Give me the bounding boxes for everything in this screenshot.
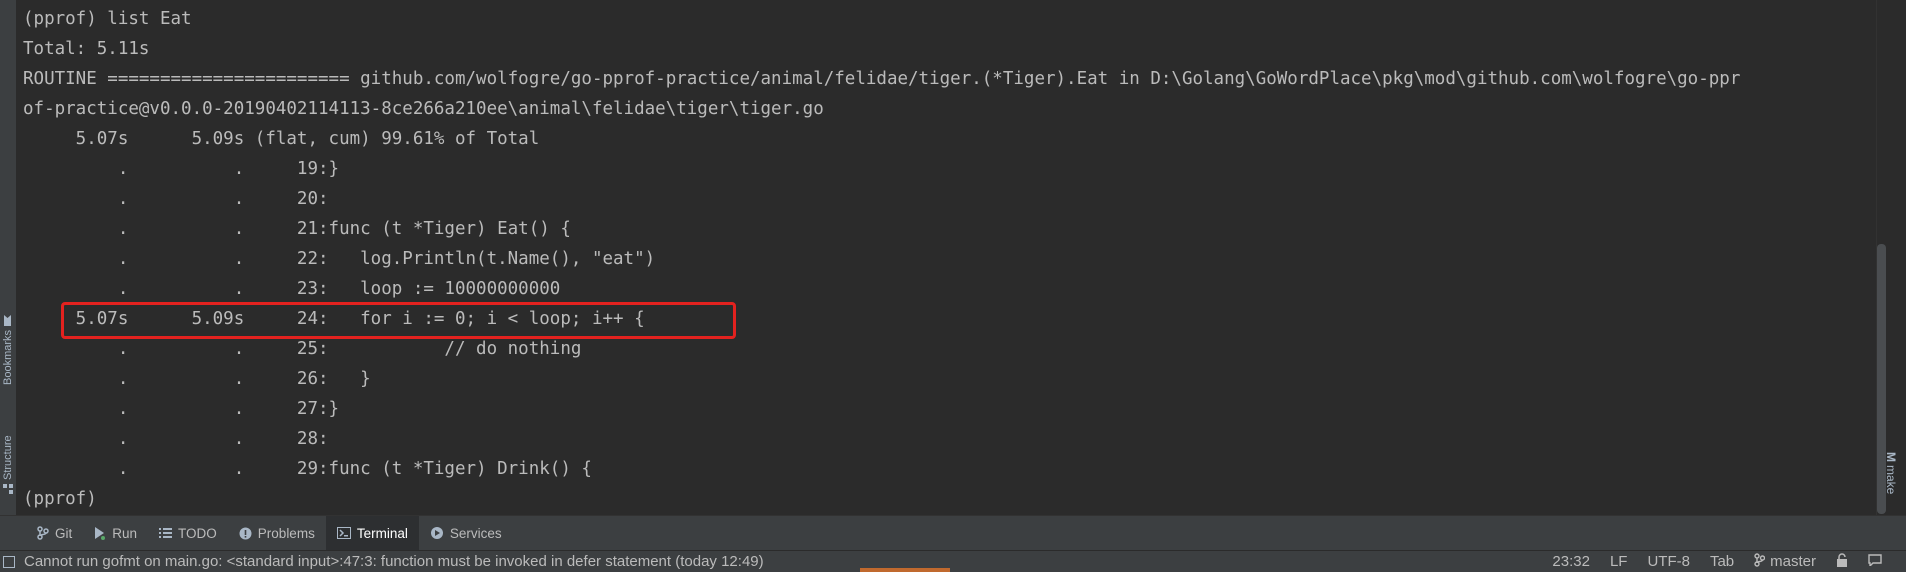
terminal-line: of-practice@v0.0.0-20190402114113-8ce266…	[23, 99, 824, 119]
todo-list-icon	[159, 527, 173, 539]
tab-problems-label: Problems	[257, 525, 315, 541]
left-tool-strip: Bookmarks Structure	[0, 0, 16, 515]
make-tool-button[interactable]: M make	[1884, 452, 1898, 494]
terminal-line: . . 28:	[23, 429, 329, 449]
line-separator[interactable]: LF	[1610, 553, 1628, 570]
tab-run-label: Run	[112, 525, 138, 541]
structure-icon	[2, 484, 14, 495]
right-tool-strip: M make	[1876, 0, 1906, 515]
tab-run[interactable]: Run	[83, 516, 148, 551]
terminal-line: . . 22: log.Println(t.Name(), "eat")	[23, 249, 656, 269]
lock-icon[interactable]	[1836, 552, 1848, 571]
tab-terminal-label: Terminal	[356, 525, 408, 541]
tab-git-label: Git	[55, 525, 73, 541]
status-message[interactable]: Cannot run gofmt on main.go: <standard i…	[24, 551, 764, 572]
terminal-line: . . 29:func (t *Tiger) Drink() {	[23, 459, 592, 479]
indent-setting[interactable]: Tab	[1710, 553, 1734, 570]
status-toggle-icon[interactable]	[3, 555, 15, 572]
status-bar: Cannot run gofmt on main.go: <standard i…	[0, 550, 1906, 572]
status-widgets: 23:32 LF UTF-8 Tab master	[1552, 551, 1882, 572]
terminal-output[interactable]: (pprof) list Eat Total: 5.11s ROUTINE ==…	[16, 0, 1876, 515]
tab-services-label: Services	[449, 525, 502, 541]
terminal-line: . . 20:	[23, 189, 329, 209]
terminal-line: . . 23: loop := 10000000000	[23, 279, 561, 299]
terminal-line: . . 27:}	[23, 399, 340, 419]
terminal-line: (pprof) list Eat	[23, 9, 192, 29]
structure-label: Structure	[2, 435, 14, 481]
terminal-line: 5.07s 5.09s (flat, cum) 99.61% of Total	[23, 129, 540, 149]
git-branch-icon	[37, 526, 49, 540]
tab-todo-label: TODO	[178, 525, 217, 541]
tab-todo[interactable]: TODO	[148, 516, 228, 551]
branch-name: master	[1770, 553, 1816, 570]
problems-icon	[239, 527, 252, 540]
terminal-line: . . 21:func (t *Tiger) Eat() {	[23, 219, 571, 239]
git-branch-icon	[1754, 552, 1766, 571]
highlight-annotation-box	[61, 302, 736, 339]
terminal-prompt[interactable]: (pprof)	[23, 484, 97, 514]
bookmarks-label: Bookmarks	[2, 329, 14, 386]
tab-services[interactable]: Services	[419, 516, 513, 551]
terminal-line: ROUTINE ======================= github.c…	[23, 69, 1741, 89]
background-task-indicator	[860, 568, 950, 572]
terminal-icon	[336, 527, 351, 539]
terminal-line: . . 19:}	[23, 159, 340, 179]
tool-window-tabs: Git Run TODO Problems Terminal Services	[0, 515, 1906, 551]
structure-tool-button[interactable]: Structure	[0, 420, 16, 510]
tab-terminal[interactable]: Terminal	[325, 515, 419, 551]
tab-git[interactable]: Git	[26, 516, 83, 551]
terminal-line: Total: 5.11s	[23, 39, 150, 59]
make-label: make	[1884, 465, 1898, 495]
caret-position[interactable]: 23:32	[1552, 553, 1590, 570]
services-icon	[430, 526, 444, 540]
file-encoding[interactable]: UTF-8	[1647, 553, 1690, 570]
terminal-line: . . 26: }	[23, 369, 371, 389]
tab-problems[interactable]: Problems	[228, 516, 326, 551]
notifications-icon[interactable]	[1868, 553, 1882, 570]
bookmarks-tool-button[interactable]: Bookmarks	[0, 300, 16, 400]
bookmark-icon	[2, 314, 14, 326]
run-icon	[94, 526, 106, 540]
make-icon: M	[1884, 452, 1898, 462]
vcs-branch-widget[interactable]: master	[1754, 552, 1816, 571]
